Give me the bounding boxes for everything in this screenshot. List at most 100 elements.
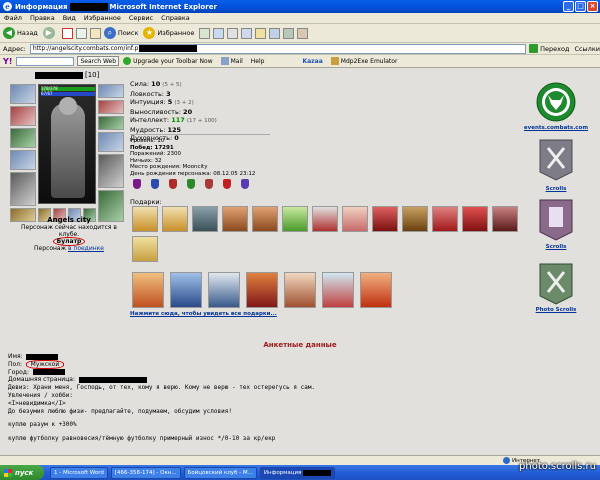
weapon-slot[interactable] [10, 150, 36, 170]
medal-icon[interactable] [151, 179, 159, 189]
gift-item[interactable] [282, 206, 308, 232]
gift-item[interactable] [402, 206, 428, 232]
shield-slot[interactable] [98, 154, 124, 188]
history-icon[interactable] [199, 27, 211, 39]
bluetooth-icon[interactable] [269, 27, 281, 39]
gift-item[interactable] [192, 206, 218, 232]
medal-icon[interactable] [205, 179, 213, 189]
go-button[interactable]: Переход [529, 44, 569, 53]
menu-help[interactable]: Справка [161, 14, 190, 22]
gift-item[interactable] [252, 206, 278, 232]
favorites-button[interactable]: ★ Избранное [143, 27, 194, 39]
ring-slot-2[interactable] [98, 100, 124, 114]
close-button[interactable]: × [587, 1, 598, 12]
kazaa-button[interactable]: Kazaa [302, 58, 322, 65]
yahoo-logo[interactable]: Y! [3, 57, 12, 66]
forward-button[interactable]: ▶ [42, 27, 57, 39]
gift-card[interactable] [360, 272, 392, 308]
yahoo-search-button[interactable]: Search Web [77, 56, 120, 66]
menu-favorites[interactable]: Избранное [84, 14, 121, 22]
gift-item[interactable] [222, 206, 248, 232]
medal-icon[interactable] [133, 179, 141, 189]
scrolls-icon[interactable] [536, 138, 576, 182]
refresh-icon[interactable] [75, 27, 87, 39]
gift-item[interactable] [372, 206, 398, 232]
stop-icon[interactable] [61, 27, 73, 39]
intuition-value: 5 [167, 98, 173, 106]
medal-icon[interactable] [169, 179, 177, 189]
scrolls-banner-icon[interactable] [536, 198, 576, 242]
wisdom-label: Мудрость: [130, 125, 166, 134]
window-title-suffix: Microsoft Internet Explorer [109, 2, 217, 11]
amulet-slot[interactable] [10, 128, 36, 148]
address-input[interactable]: http://angelscity.combats.com/inf.p [29, 43, 527, 54]
earrings-slot[interactable] [10, 106, 36, 126]
edit-icon[interactable] [241, 27, 253, 39]
plugin-icon[interactable] [297, 27, 309, 39]
more-gifts-link[interactable]: Нажмите сюда, чтобы увидеть все подарки.… [130, 311, 277, 317]
globe-icon [503, 457, 511, 464]
gift-card[interactable] [284, 272, 316, 308]
gift-item[interactable] [132, 206, 158, 232]
menu-tools[interactable]: Сервис [129, 14, 153, 22]
gloves-slot[interactable] [98, 132, 124, 152]
yahoo-search-input[interactable] [16, 56, 75, 66]
medal-icon[interactable] [187, 179, 195, 189]
taskbar-item-info[interactable]: Информация [259, 466, 336, 479]
redaction-bar [78, 376, 147, 383]
gift-card[interactable] [246, 272, 278, 308]
home-icon[interactable] [89, 27, 101, 39]
research-icon[interactable] [283, 27, 295, 39]
character-level: [10] [85, 71, 100, 79]
battle-link[interactable]: в поединке [68, 245, 104, 252]
taskbar-item-club[interactable]: Бойцовский клуб - M... [183, 466, 257, 479]
events-link[interactable]: events.combats.com [521, 125, 591, 131]
gift-card[interactable] [322, 272, 354, 308]
gift-item[interactable] [132, 236, 158, 262]
gift-item[interactable] [492, 206, 518, 232]
gift-item[interactable] [462, 206, 488, 232]
help-menu[interactable]: Help [251, 58, 265, 65]
taskbar-item-word[interactable]: 1 - Microsoft Word [50, 466, 108, 479]
menu-view[interactable]: Вид [63, 14, 76, 22]
messenger-icon[interactable] [255, 27, 267, 39]
profile-line-3: куплю разум к +300% [8, 421, 77, 429]
taskbar-item-window[interactable]: [466-358-174] - Окн... [110, 466, 181, 479]
medal-icon[interactable] [241, 179, 249, 189]
menu-file[interactable]: Файл [4, 14, 22, 22]
photo-scrolls-icon[interactable] [536, 262, 576, 306]
gift-card[interactable] [208, 272, 240, 308]
window-controls: _ □ × [563, 1, 598, 12]
start-button[interactable]: пуск [0, 465, 44, 480]
medal-icon[interactable] [223, 179, 231, 189]
photo-scrolls-link[interactable]: Photo Scrolls [521, 307, 591, 313]
gift-item[interactable] [312, 206, 338, 232]
mail-icon[interactable] [213, 27, 225, 39]
armor-slot[interactable] [10, 172, 36, 206]
ring-slot-1[interactable] [98, 84, 124, 98]
scrolls-link[interactable]: Scrolls [521, 186, 591, 192]
print-icon[interactable] [227, 27, 239, 39]
menu-edit[interactable]: Правка [30, 14, 55, 22]
events-icon[interactable] [536, 82, 576, 122]
search-button[interactable]: ⌕ Поиск [103, 27, 138, 39]
gift-item[interactable] [432, 206, 458, 232]
scrolls-label[interactable]: Scrolls [521, 244, 591, 250]
agility-label: Ловкость: [130, 89, 164, 98]
helmet-slot[interactable] [10, 84, 36, 104]
gift-item[interactable] [342, 206, 368, 232]
mail-menu[interactable]: Mail [220, 57, 243, 65]
maximize-button[interactable]: □ [575, 1, 586, 12]
mail-label: Mail [230, 57, 243, 65]
minimize-button[interactable]: _ [563, 1, 574, 12]
ie-logo-icon: e [3, 2, 12, 11]
links-label[interactable]: Ссылки [574, 45, 600, 53]
ring-slot-3[interactable] [98, 116, 124, 130]
emulator-button[interactable]: Mdp2Exe Emulator [330, 57, 397, 65]
gift-card[interactable] [170, 272, 202, 308]
upgrade-toolbar-link[interactable]: Upgrade your Toolbar Now [123, 57, 213, 65]
gift-item[interactable] [162, 206, 188, 232]
back-button[interactable]: ◀ Назад [3, 27, 38, 39]
gift-card[interactable] [132, 272, 164, 308]
redaction-bar [303, 469, 332, 476]
